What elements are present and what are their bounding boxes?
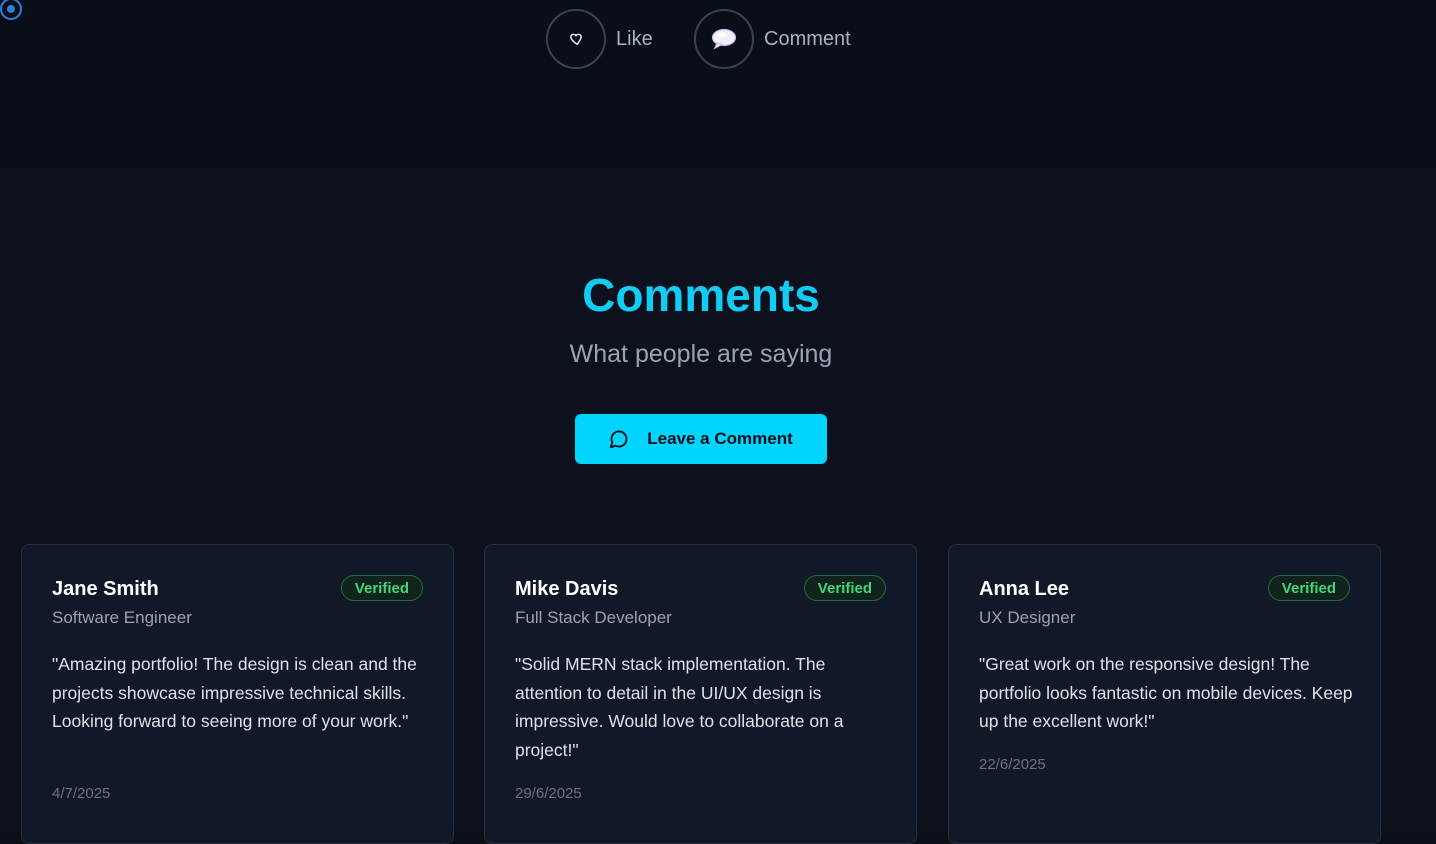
comment-circle[interactable] (694, 9, 754, 69)
leave-comment-label: Leave a Comment (647, 429, 793, 448)
commenter-name: Anna Lee (979, 578, 1070, 600)
commenter-name: Mike Davis (515, 578, 619, 600)
comment-label: Comment (764, 27, 851, 50)
comment-date: 29/6/2025 (515, 785, 582, 802)
commenter-role: Software Engineer (52, 608, 192, 627)
cursor-indicator-icon (0, 0, 22, 20)
verified-badge: Verified (340, 575, 423, 601)
verified-badge: Verified (803, 575, 886, 601)
commenter-role: UX Designer (979, 608, 1076, 627)
comment-card: Mike Davis Verified Full Stack Developer… (484, 544, 917, 844)
comment-date: 4/7/2025 (52, 785, 111, 802)
comment-card: Jane Smith Verified Software Engineer "A… (21, 544, 454, 844)
commenter-role: Full Stack Developer (515, 608, 672, 627)
section-subtitle: What people are saying (569, 340, 833, 368)
comment-card: Anna Lee Verified UX Designer "Great wor… (948, 544, 1381, 844)
comment-button[interactable]: Comment (694, 9, 851, 69)
like-button[interactable]: Like (546, 9, 653, 69)
speech-balloon-icon (711, 28, 737, 50)
verified-badge: Verified (1267, 575, 1350, 601)
leave-comment-button[interactable]: Leave a Comment (575, 414, 827, 464)
like-label: Like (616, 27, 653, 50)
comment-text: "Amazing portfolio! The design is clean … (52, 654, 417, 731)
comment-text: "Solid MERN stack implementation. The at… (515, 654, 844, 760)
section-title: Comments (582, 269, 820, 321)
commenter-name: Jane Smith (52, 578, 159, 600)
comment-date: 22/6/2025 (979, 756, 1046, 773)
heart-icon (570, 33, 582, 46)
post-actions-bar: Like Comment (0, 0, 1436, 169)
message-circle-icon (609, 429, 629, 449)
comment-text: "Great work on the responsive design! Th… (979, 654, 1353, 731)
like-circle[interactable] (546, 9, 606, 69)
